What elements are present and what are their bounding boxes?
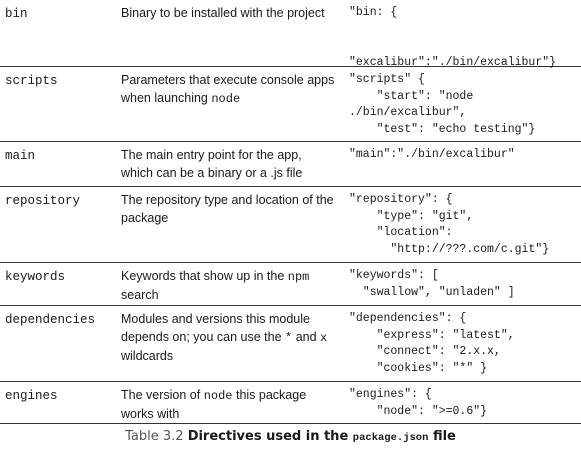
description-text: The version of bbox=[121, 388, 204, 402]
directive-description: The version of node this package works w… bbox=[121, 386, 336, 423]
table-row: engines The version of node this package… bbox=[0, 382, 581, 424]
directive-example: "main":"./bin/excalibur" bbox=[349, 148, 515, 161]
caption-title: Directives used in the package.json file bbox=[188, 429, 456, 444]
directive-description: The main entry point for the app, which … bbox=[121, 146, 336, 182]
description-code: npm bbox=[287, 270, 310, 284]
directive-example: "repository": { "type": "git", "location… bbox=[349, 193, 550, 256]
description-text: Keywords that show up in the bbox=[121, 269, 288, 283]
description-text: and bbox=[292, 330, 321, 344]
description-code: node bbox=[203, 389, 233, 403]
description-text: Binary to be installed with the project bbox=[121, 6, 325, 20]
description-text: The main entry point for the app, which … bbox=[121, 148, 303, 180]
directive-name: repository bbox=[5, 194, 81, 208]
directive-description: Binary to be installed with the project bbox=[121, 4, 336, 22]
directive-description: Keywords that show up in the npm search bbox=[121, 267, 336, 304]
directive-example: "bin: { "excalibur":"./bin/excalibur"} bbox=[349, 6, 557, 69]
table-row: main The main entry point for the app, w… bbox=[0, 142, 581, 187]
directive-description: The repository type and location of the … bbox=[121, 191, 336, 227]
table-row: keywords Keywords that show up in the np… bbox=[0, 263, 581, 306]
directive-example: "engines": { "node": ">=0.6"} bbox=[349, 388, 488, 418]
table-row: bin Binary to be installed with the proj… bbox=[0, 0, 581, 69]
description-code: x bbox=[320, 331, 328, 345]
description-text: The repository type and location of the … bbox=[121, 193, 334, 225]
directive-name: main bbox=[5, 149, 36, 163]
directive-example: "scripts" { "start": "node ./bin/excalib… bbox=[349, 73, 536, 136]
table-row: repository The repository type and locat… bbox=[0, 187, 581, 263]
directive-description: Modules and versions this module depends… bbox=[121, 310, 336, 365]
description-text: search bbox=[121, 288, 159, 302]
directive-name: bin bbox=[5, 7, 28, 21]
directive-name: dependencies bbox=[5, 313, 96, 327]
caption-title-code: package.json bbox=[352, 432, 429, 444]
directive-name: engines bbox=[5, 389, 58, 403]
directive-example: "keywords": [ "swallow", "unladen" ] bbox=[349, 269, 515, 299]
caption-label: Table 3.2 bbox=[125, 429, 184, 444]
caption-title-start: Directives used in the bbox=[187, 429, 349, 444]
table-row: scripts Parameters that execute console … bbox=[0, 67, 581, 142]
directives-table: bin Binary to be installed with the proj… bbox=[0, 0, 581, 424]
description-code: node bbox=[211, 92, 241, 106]
table-caption: Table 3.2 Directives used in the package… bbox=[0, 428, 581, 447]
directive-name: scripts bbox=[5, 74, 58, 88]
description-text: wildcards bbox=[121, 349, 174, 363]
directive-example: "dependencies": { "express": "latest", "… bbox=[349, 312, 515, 375]
description-text: Modules and versions this module depends… bbox=[121, 312, 310, 344]
table-row: dependencies Modules and versions this m… bbox=[0, 306, 581, 382]
caption-title-end: file bbox=[432, 429, 456, 444]
directive-description: Parameters that execute console apps whe… bbox=[121, 71, 336, 108]
directive-name: keywords bbox=[5, 270, 66, 284]
